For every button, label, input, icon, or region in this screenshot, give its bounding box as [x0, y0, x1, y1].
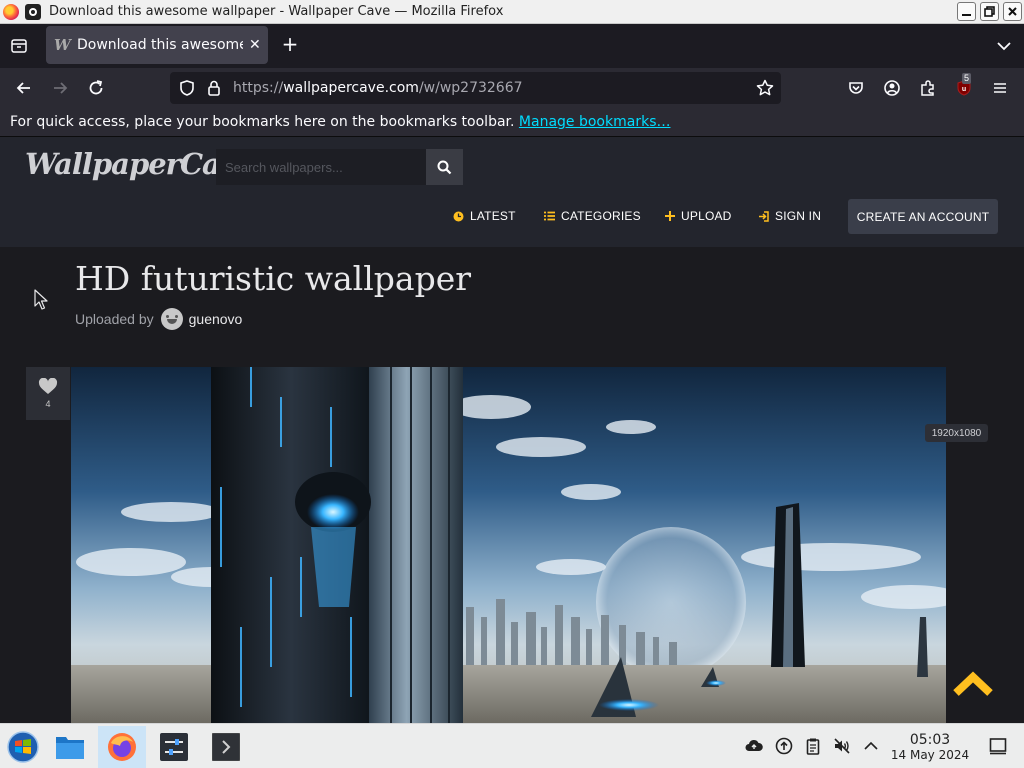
url-path: /w/wp2732667 [418, 80, 523, 96]
svg-text:u: u [962, 86, 966, 93]
clock-date: 14 May 2024 [890, 748, 970, 762]
uploader-name-link[interactable]: guenovo [189, 311, 243, 327]
avatar[interactable] [160, 308, 183, 330]
wallpaper-image[interactable] [71, 367, 946, 723]
like-button[interactable]: 4 [26, 367, 70, 420]
clock-icon [453, 211, 464, 221]
search-input[interactable] [216, 149, 426, 185]
url-text[interactable]: https://wallpapercave.com/w/wp2732667 [233, 80, 523, 96]
sign-in-icon [759, 210, 769, 222]
menu-upload-label: UPLOAD [681, 209, 732, 223]
uploaded-by-label: Uploaded by [75, 311, 154, 327]
tracking-protection-shield-icon[interactable] [177, 78, 197, 98]
plus-icon [665, 211, 675, 221]
clipboard-icon[interactable] [803, 736, 823, 756]
pocket-icon[interactable] [846, 78, 866, 98]
firefox-view-icon[interactable] [9, 36, 29, 56]
url-domain: wallpapercave.com [283, 80, 419, 96]
taskbar-terminal[interactable] [203, 726, 249, 768]
search-button[interactable] [426, 149, 463, 185]
window-title: Download this awesome wallpaper - Wallpa… [49, 4, 504, 19]
tab-strip: W Download this awesome wallpaper - Wall… [0, 24, 1024, 68]
taskbar-settings[interactable] [151, 726, 197, 768]
update-icon[interactable] [774, 736, 794, 756]
tab-wallpaper-cave[interactable]: W Download this awesome wallpaper - Wall… [46, 26, 268, 64]
uploader-info: Uploaded by guenovo [75, 308, 242, 330]
reload-icon[interactable] [86, 78, 106, 98]
bookmark-star-icon[interactable] [755, 78, 775, 98]
manage-bookmarks-link[interactable]: Manage bookmarks… [519, 114, 671, 130]
minimize-button[interactable] [957, 2, 976, 21]
show-hidden-icons-chevron-up-icon[interactable] [861, 736, 881, 756]
navigation-toolbar: https://wallpapercave.com/w/wp2732667 u … [0, 68, 1024, 108]
wallpapercave-favicon-icon: W [54, 36, 71, 54]
window-menu-icon[interactable] [25, 3, 41, 20]
hamburger-menu-icon[interactable] [990, 78, 1010, 98]
show-desktop-icon[interactable] [988, 736, 1008, 756]
site-header: WallpaperCave LATEST CATEGORIES UPLOAD S… [0, 137, 1024, 247]
close-window-button[interactable] [1003, 2, 1022, 21]
firefox-icon [108, 733, 136, 761]
like-count: 4 [45, 399, 51, 409]
url-scheme: https:// [233, 80, 284, 96]
menu-latest-label: LATEST [470, 209, 516, 223]
window-titlebar: Download this awesome wallpaper - Wallpa… [0, 0, 1024, 24]
menu-categories[interactable]: CATEGORIES [544, 209, 641, 223]
folder-icon [56, 737, 84, 759]
search-icon [437, 160, 452, 174]
menu-categories-label: CATEGORIES [561, 209, 641, 223]
menu-sign-in-label: SIGN IN [775, 209, 822, 223]
firefox-icon [3, 3, 19, 20]
start-menu-button[interactable] [0, 726, 46, 768]
forward-arrow-icon[interactable] [50, 78, 70, 98]
account-icon[interactable] [882, 78, 902, 98]
back-arrow-icon[interactable] [14, 78, 34, 98]
heart-icon [38, 378, 58, 394]
extension-badge: 5 [962, 73, 972, 84]
start-orb-icon [7, 731, 39, 763]
list-all-tabs-icon[interactable] [994, 36, 1014, 56]
clock-time: 05:03 [909, 732, 951, 748]
address-bar[interactable]: https://wallpapercave.com/w/wp2732667 [170, 72, 781, 104]
sliders-icon [160, 733, 188, 761]
cloud-sync-icon[interactable] [744, 736, 764, 756]
scroll-to-top-chevron-up-icon[interactable] [950, 667, 996, 699]
terminal-icon [212, 733, 240, 761]
maximize-button[interactable] [980, 2, 999, 21]
menu-latest[interactable]: LATEST [453, 209, 516, 223]
tab-label: Download this awesome wallpaper - Wallpa… [77, 37, 243, 53]
ublock-origin-extension[interactable]: u 5 [954, 73, 974, 98]
extensions-puzzle-icon[interactable] [918, 78, 938, 98]
lock-icon[interactable] [204, 78, 224, 98]
os-taskbar: 05:03 14 May 2024 [0, 723, 1024, 768]
new-tab-button[interactable]: + [280, 34, 300, 54]
create-account-button[interactable]: CREATE AN ACCOUNT [848, 199, 998, 234]
list-icon [544, 211, 555, 221]
taskbar-firefox[interactable] [98, 726, 146, 768]
resolution-badge[interactable]: 1920x1080 [925, 424, 988, 442]
page-title: HD futuristic wallpaper [75, 259, 472, 298]
volume-muted-icon[interactable] [832, 736, 852, 756]
mouse-cursor-icon [34, 289, 48, 310]
bookmarks-hint-text: For quick access, place your bookmarks h… [10, 114, 519, 130]
menu-upload[interactable]: UPLOAD [665, 209, 732, 223]
taskbar-file-manager[interactable] [47, 726, 93, 768]
menu-sign-in[interactable]: SIGN IN [758, 209, 821, 223]
system-clock[interactable]: 05:03 14 May 2024 [888, 732, 972, 763]
bookmarks-toolbar: For quick access, place your bookmarks h… [0, 108, 1024, 137]
close-tab-icon[interactable]: ✕ [249, 37, 261, 53]
web-page: WallpaperCave LATEST CATEGORIES UPLOAD S… [0, 137, 1024, 723]
